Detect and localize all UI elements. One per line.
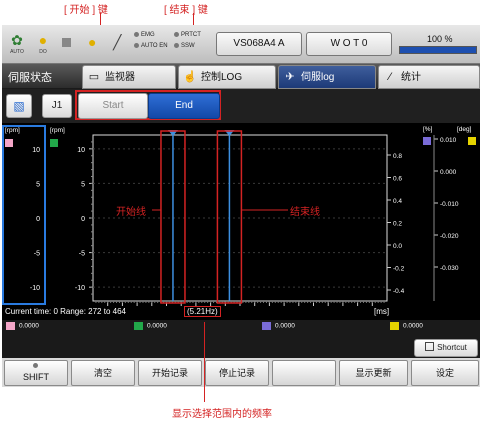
purple-series-value: 0.0000 (262, 322, 295, 330)
log-toolbar: ▧ J1 Start End (2, 89, 480, 123)
right-deg-tick-label: 0.010 (440, 137, 457, 144)
f5-button[interactable] (272, 360, 336, 386)
right-deg-tick-label: -0.030 (440, 265, 459, 272)
program-name-display[interactable]: W O T 0 (306, 32, 392, 56)
shortcut-icon (425, 342, 435, 351)
end-key-callout: [ 结束 ] 键 (164, 5, 208, 16)
right-deg-tick-label: -0.010 (440, 201, 459, 208)
right-percent-tick-label: 0.2 (393, 221, 402, 228)
right-deg-tick-label: 0.000 (440, 169, 457, 176)
right-percent-tick-label: 0.6 (393, 176, 402, 183)
start-record-button[interactable]: 开始记录 (138, 360, 202, 386)
speed-bar (399, 46, 477, 54)
green-series-value: 0.0000 (134, 322, 167, 330)
stop-square-icon (62, 38, 71, 47)
shift-button[interactable]: SHIFT (4, 360, 68, 386)
x-unit-label: [ms] (374, 307, 390, 316)
tab-row: 伺服状态 ▭ 监视器 ☝ 控制LOG ✈ 伺服log ⁄ 统计 (2, 64, 480, 89)
tab-statistics[interactable]: ⁄ 统计 (378, 65, 480, 89)
left-tick-label: -10 (75, 285, 85, 292)
frequency-pointer (204, 322, 205, 402)
left-scale-tick-label: 10 (32, 147, 40, 154)
servo-log-graph[interactable]: [rpm] [rpm] [%] [deg] 10 10 5 5 0 0 -5 -5 -10 -10… (2, 123, 480, 333)
yellow-series-value: 0.0000 (390, 322, 423, 330)
start-line-callout: 开始线 (116, 207, 146, 218)
graph-icon: ▧ (13, 99, 25, 113)
left-scale-tick-label: 5 (36, 181, 40, 188)
shift-led-icon (33, 363, 38, 368)
left-tick-label: 0 (81, 216, 85, 223)
screen-title: 伺服状态 (8, 72, 52, 84)
pink-series-value: 0.0000 (6, 322, 39, 330)
range-text: Current time: 0 Range: 272 to 464 (5, 307, 126, 316)
left-tick-label: 10 (77, 147, 85, 154)
teach-pendant-screen: ✿ AUTO ● DO ● ╱ EMG PRTCT AUTO EN SSW VS06… (2, 25, 480, 387)
plot-svg: 10 10 5 5 0 0 -5 -5 -10 -10 0.8 0.6 0.4 0.2 0.0 -0.2 -0.… (30, 130, 459, 306)
tab-monitor[interactable]: ▭ 监视器 (82, 65, 176, 89)
left-tick-label: -5 (79, 251, 85, 258)
status-line: Current time: 0 Range: 272 to 464 (5.21H… (2, 306, 480, 319)
start-key-callout: [ 开始 ] 键 (64, 5, 108, 16)
end-line-callout: 结束线 (290, 207, 320, 218)
right-percent-tick-label: 0.8 (393, 153, 402, 160)
left-scale-tick-label: -5 (34, 251, 40, 258)
stop-record-button[interactable]: 停止记录 (205, 360, 269, 386)
shortcut-button[interactable]: Shortcut (414, 339, 478, 357)
speed-value: 100 % (427, 34, 453, 44)
right-percent-tick-label: 0.0 (393, 243, 402, 250)
servo-log-icon: ✈ (285, 71, 295, 83)
display-update-button[interactable]: 显示更新 (339, 360, 408, 386)
function-key-bar: SHIFT 清空 开始记录 停止记录 显示更新 设定 (2, 358, 480, 387)
statistics-icon: ⁄ (389, 71, 391, 83)
monitor-icon: ▭ (88, 71, 100, 83)
joint-select-button[interactable]: J1 (42, 94, 72, 118)
speed-display[interactable]: 100 % (397, 32, 477, 54)
settings-button[interactable]: 设定 (411, 360, 479, 386)
tab-control-log[interactable]: ☝ 控制LOG (178, 65, 276, 89)
speed-bar-fill (400, 47, 476, 53)
right-percent-tick-label: -0.2 (393, 266, 405, 273)
lamp-icon: ● (88, 34, 97, 50)
right-percent-tick-label: -0.4 (393, 288, 405, 295)
right-deg-tick-label: -0.020 (440, 233, 459, 240)
left-tick-label: 5 (81, 181, 85, 188)
right-percent-tick-label: 0.4 (393, 198, 402, 205)
auto-mode-icon: ✿ AUTO (10, 32, 24, 55)
series-values-row: 0.0000 0.0000 0.0000 0.0000 (2, 320, 480, 334)
left-scale-tick-label: 0 (36, 216, 40, 223)
tool-icon: ╱ (113, 34, 122, 50)
tab-servo-log[interactable]: ✈ 伺服log (278, 65, 376, 89)
end-button[interactable]: End (148, 93, 220, 119)
graph-view-button[interactable]: ▧ (6, 94, 32, 118)
do-lamp-icon: ● DO (38, 32, 48, 55)
status-bar: ✿ AUTO ● DO ● ╱ EMG PRTCT AUTO EN SSW VS06… (2, 25, 480, 64)
left-scale-tick-label: -10 (30, 285, 40, 292)
frequency-callout: 显示选择范围内的频率 (172, 409, 272, 420)
start-button[interactable]: Start (78, 93, 148, 119)
frequency-text: (5.21Hz) (184, 306, 221, 317)
status-leds: EMG PRTCT AUTO EN SSW (134, 31, 214, 59)
clear-button[interactable]: 清空 (71, 360, 135, 386)
robot-model-display[interactable]: VS068A4 A (216, 32, 302, 56)
control-log-icon: ☝ (183, 71, 197, 83)
